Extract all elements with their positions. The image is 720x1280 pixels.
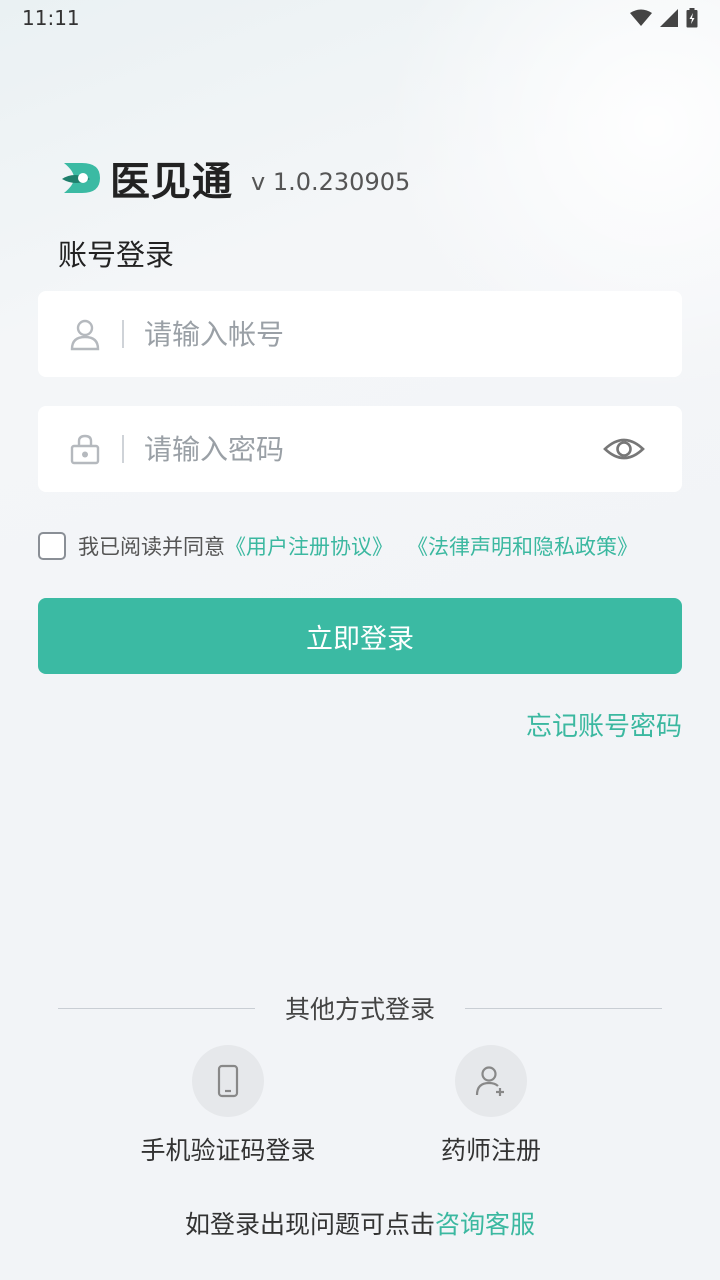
- agreement-row: 我已阅读并同意 《用户注册协议》 《法律声明和隐私政策》: [38, 530, 638, 562]
- other-methods-divider: 其他方式登录: [58, 990, 663, 1026]
- status-bar: 11:11: [0, 0, 720, 36]
- pharmacist-register-option[interactable]: 药师注册: [381, 1045, 601, 1167]
- customer-service-link[interactable]: 咨询客服: [435, 1210, 535, 1239]
- agreement-text: 我已阅读并同意: [78, 535, 225, 559]
- phone-icon: [217, 1064, 239, 1098]
- privacy-link[interactable]: 《法律声明和隐私政策》: [407, 531, 638, 561]
- login-button[interactable]: 立即登录: [38, 598, 682, 674]
- sms-login-option[interactable]: 手机验证码登录: [118, 1045, 338, 1167]
- help-row: 如登录出现问题可点击咨询客服: [0, 1205, 720, 1241]
- signal-icon: [660, 9, 678, 27]
- account-field: [38, 291, 682, 377]
- app-logo-icon: [62, 163, 100, 193]
- status-time: 11:11: [22, 6, 80, 30]
- brand-header: 医见通 v 1.0.230905: [60, 150, 410, 206]
- field-separator: [122, 435, 124, 463]
- other-methods-title: 其他方式登录: [285, 995, 436, 1024]
- register-label: 药师注册: [440, 1136, 541, 1165]
- divider-line: [58, 1007, 255, 1009]
- status-icons: [630, 8, 698, 28]
- eye-icon[interactable]: [602, 427, 646, 471]
- agree-checkbox[interactable]: [38, 532, 66, 560]
- register-circle[interactable]: [455, 1045, 527, 1117]
- app-name: 医见通: [110, 159, 233, 205]
- help-text: 如登录出现问题可点击: [184, 1210, 435, 1239]
- page-title: 账号登录: [58, 238, 175, 272]
- sms-login-label: 手机验证码登录: [140, 1136, 316, 1165]
- wifi-icon: [630, 9, 652, 26]
- terms-link[interactable]: 《用户注册协议》: [225, 531, 393, 561]
- lock-icon: [70, 434, 100, 465]
- password-input[interactable]: [144, 419, 602, 479]
- forgot-password-link[interactable]: 忘记账号密码: [526, 706, 682, 743]
- field-separator: [122, 320, 124, 348]
- divider-line: [465, 1007, 663, 1009]
- password-field: [38, 406, 682, 492]
- sms-login-circle[interactable]: [192, 1045, 264, 1117]
- account-input[interactable]: [144, 304, 682, 364]
- app-version: v 1.0.230905: [251, 168, 411, 196]
- add-user-icon: [475, 1066, 504, 1096]
- user-icon: [70, 319, 100, 351]
- battery-icon: [686, 8, 698, 28]
